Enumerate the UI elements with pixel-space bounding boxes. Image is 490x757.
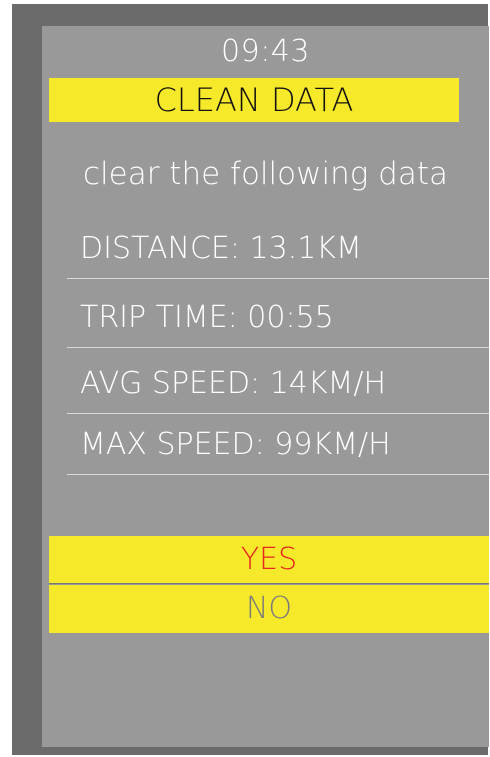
stat-avg-speed: AVG SPEED: 14KM/H — [67, 354, 490, 414]
clock-time: 09:43 — [221, 34, 310, 69]
stat-trip-time: TRIP TIME: 00:55 — [67, 288, 490, 348]
device-bezel: 09:43 CLEAN DATA clear the following dat… — [12, 4, 490, 755]
yes-button[interactable]: YES — [49, 536, 489, 584]
display-screen: 09:43 CLEAN DATA clear the following dat… — [42, 26, 490, 747]
clear-data-prompt: clear the following data — [82, 156, 449, 192]
stat-distance: DISTANCE: 13.1KM — [67, 219, 490, 279]
no-button[interactable]: NO — [49, 585, 489, 633]
stat-max-speed: MAX SPEED: 99KM/H — [67, 415, 490, 475]
page-title: CLEAN DATA — [49, 78, 459, 122]
